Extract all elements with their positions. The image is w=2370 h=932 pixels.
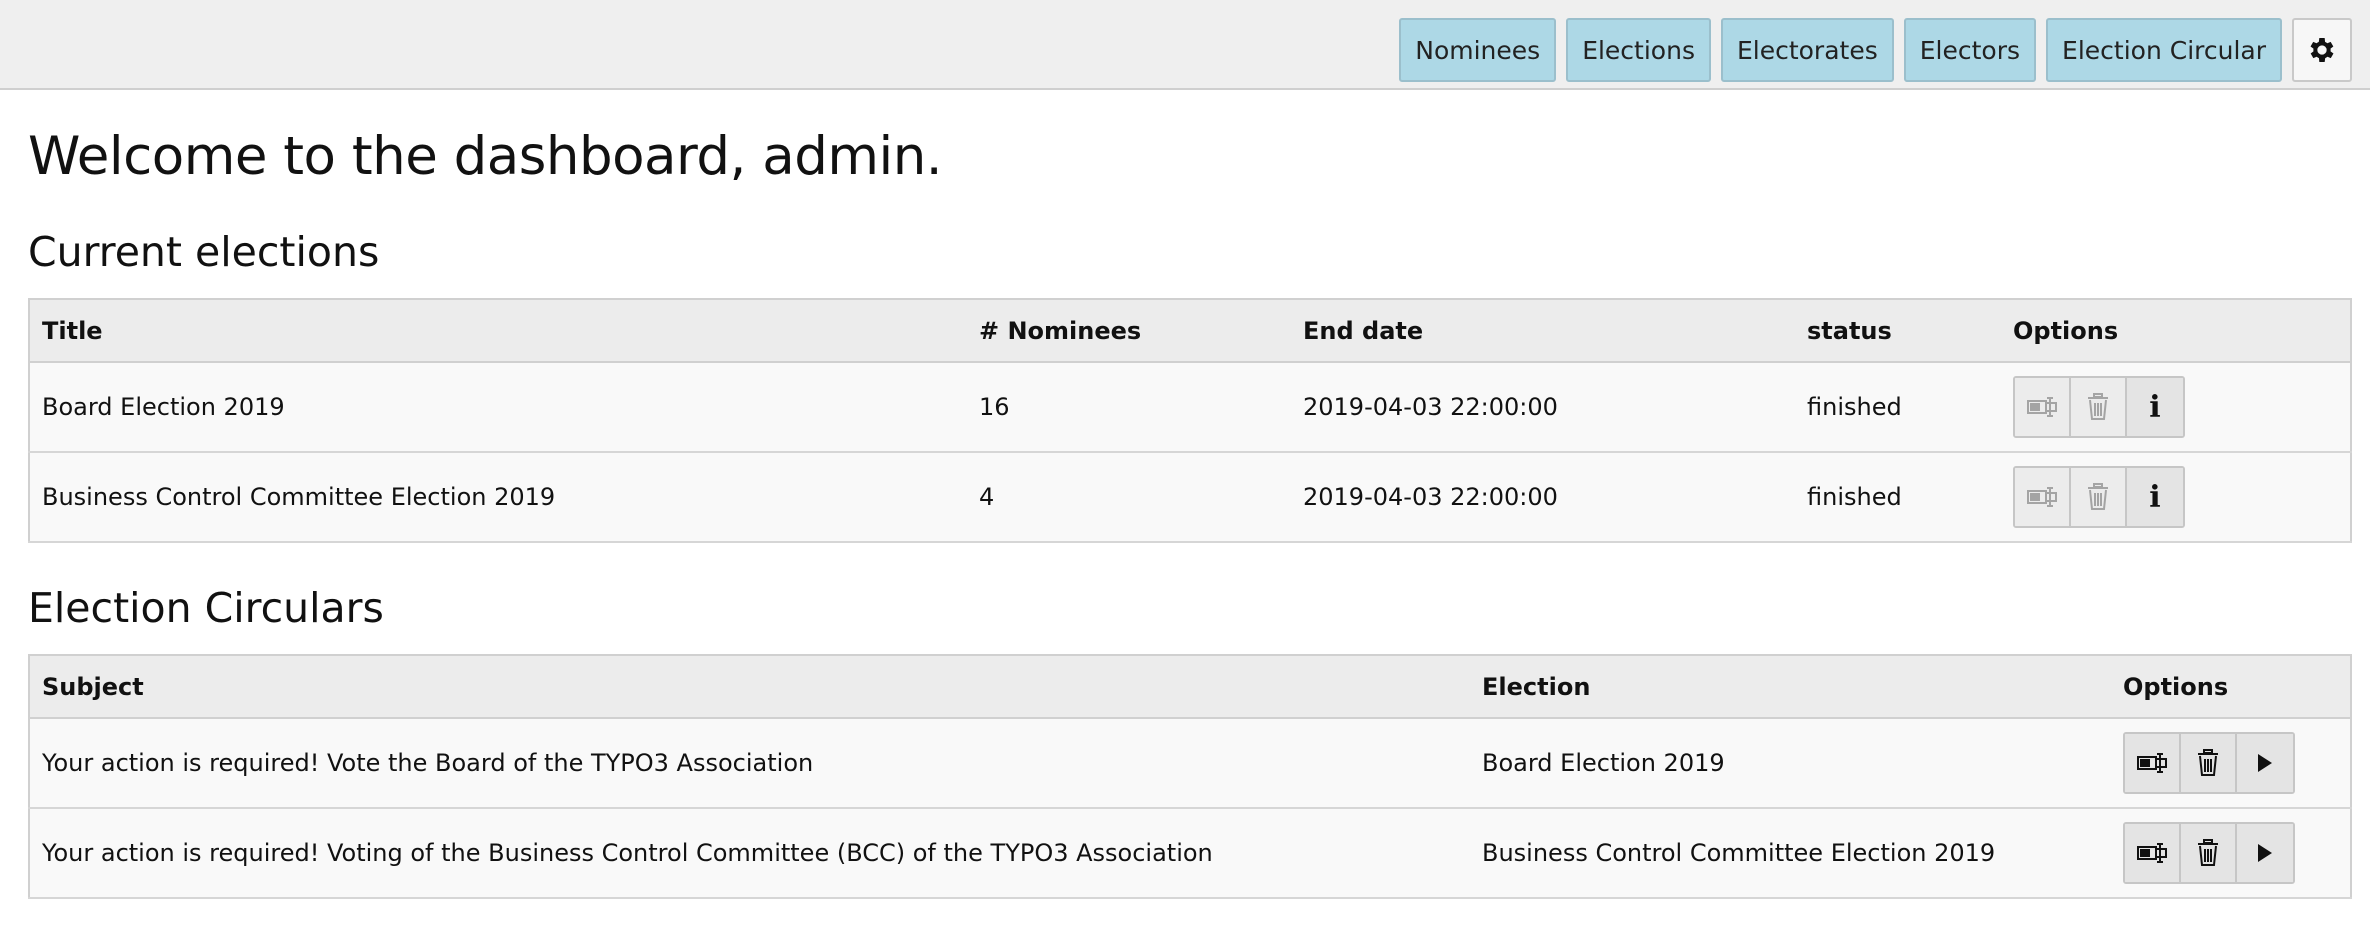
send-button[interactable] — [2237, 824, 2293, 882]
settings-button[interactable] — [2292, 18, 2352, 82]
trash-icon — [2198, 839, 2218, 866]
edit-button[interactable] — [2125, 734, 2181, 792]
edit-icon — [2137, 843, 2167, 863]
election-status: finished — [1795, 452, 2001, 543]
election-title: Business Control Committee Election 2019 — [29, 452, 967, 543]
circular-subject: Your action is required! Vote the Board … — [29, 718, 1470, 809]
info-button[interactable]: i — [2127, 468, 2183, 526]
col-election: Election — [1470, 654, 2111, 719]
main-nav: Nominees Elections Electorates Electors … — [1399, 18, 2352, 82]
options-group — [2123, 822, 2295, 884]
col-title: Title — [29, 298, 967, 363]
election-circulars-heading: Election Circulars — [28, 584, 384, 632]
options-group: i — [2013, 376, 2185, 438]
table-header-row: Title # Nominees End date status Options — [29, 298, 2351, 363]
edit-button[interactable] — [2015, 378, 2071, 436]
col-status: status — [1795, 298, 2001, 363]
table-row: Your action is required! Vote the Board … — [29, 718, 2351, 809]
delete-button[interactable] — [2181, 734, 2237, 792]
election-status: finished — [1795, 362, 2001, 453]
nav-elections-button[interactable]: Elections — [1566, 18, 1711, 82]
delete-button[interactable] — [2071, 468, 2127, 526]
circular-options — [2111, 718, 2351, 809]
delete-button[interactable] — [2181, 824, 2237, 882]
options-group: i — [2013, 466, 2185, 528]
info-button[interactable]: i — [2127, 378, 2183, 436]
current-elections-table: Title # Nominees End date status Options… — [28, 298, 2352, 543]
election-options: i — [2001, 362, 2351, 453]
play-icon — [2258, 754, 2272, 772]
edit-icon — [2027, 397, 2057, 417]
gear-icon — [2310, 38, 2334, 62]
table-row: Your action is required! Voting of the B… — [29, 808, 2351, 899]
col-options: Options — [2111, 654, 2351, 719]
col-subject: Subject — [29, 654, 1470, 719]
current-elections-heading: Current elections — [28, 228, 380, 276]
election-end-date: 2019-04-03 22:00:00 — [1291, 452, 1795, 543]
page-title: Welcome to the dashboard, admin. — [28, 126, 943, 187]
election-title: Board Election 2019 — [29, 362, 967, 453]
top-bar: Nominees Elections Electorates Electors … — [0, 0, 2370, 90]
table-row: Business Control Committee Election 2019… — [29, 452, 2351, 543]
col-options: Options — [2001, 298, 2351, 363]
election-end-date: 2019-04-03 22:00:00 — [1291, 362, 1795, 453]
edit-button[interactable] — [2015, 468, 2071, 526]
table-row: Board Election 2019 16 2019-04-03 22:00:… — [29, 362, 2351, 453]
send-button[interactable] — [2237, 734, 2293, 792]
col-end-date: End date — [1291, 298, 1795, 363]
election-options: i — [2001, 452, 2351, 543]
options-group — [2123, 732, 2295, 794]
nav-nominees-button[interactable]: Nominees — [1399, 18, 1557, 82]
play-icon — [2258, 844, 2272, 862]
edit-icon — [2137, 753, 2167, 773]
circular-options — [2111, 808, 2351, 899]
nav-electorates-button[interactable]: Electorates — [1720, 18, 1894, 82]
info-icon: i — [2149, 479, 2161, 515]
election-circulars-table: Subject Election Options Your action is … — [28, 654, 2352, 899]
circular-subject: Your action is required! Voting of the B… — [29, 808, 1470, 899]
delete-button[interactable] — [2071, 378, 2127, 436]
trash-icon — [2088, 483, 2108, 510]
edit-button[interactable] — [2125, 824, 2181, 882]
info-icon: i — [2149, 389, 2161, 425]
trash-icon — [2088, 393, 2108, 420]
trash-icon — [2198, 749, 2218, 776]
circular-election: Business Control Committee Election 2019 — [1470, 808, 2111, 899]
election-nominees: 4 — [967, 452, 1291, 543]
election-nominees: 16 — [967, 362, 1291, 453]
nav-electors-button[interactable]: Electors — [1903, 18, 2037, 82]
col-nominees: # Nominees — [967, 298, 1291, 363]
edit-icon — [2027, 487, 2057, 507]
table-header-row: Subject Election Options — [29, 654, 2351, 719]
nav-election-circular-button[interactable]: Election Circular — [2046, 18, 2282, 82]
circular-election: Board Election 2019 — [1470, 718, 2111, 809]
